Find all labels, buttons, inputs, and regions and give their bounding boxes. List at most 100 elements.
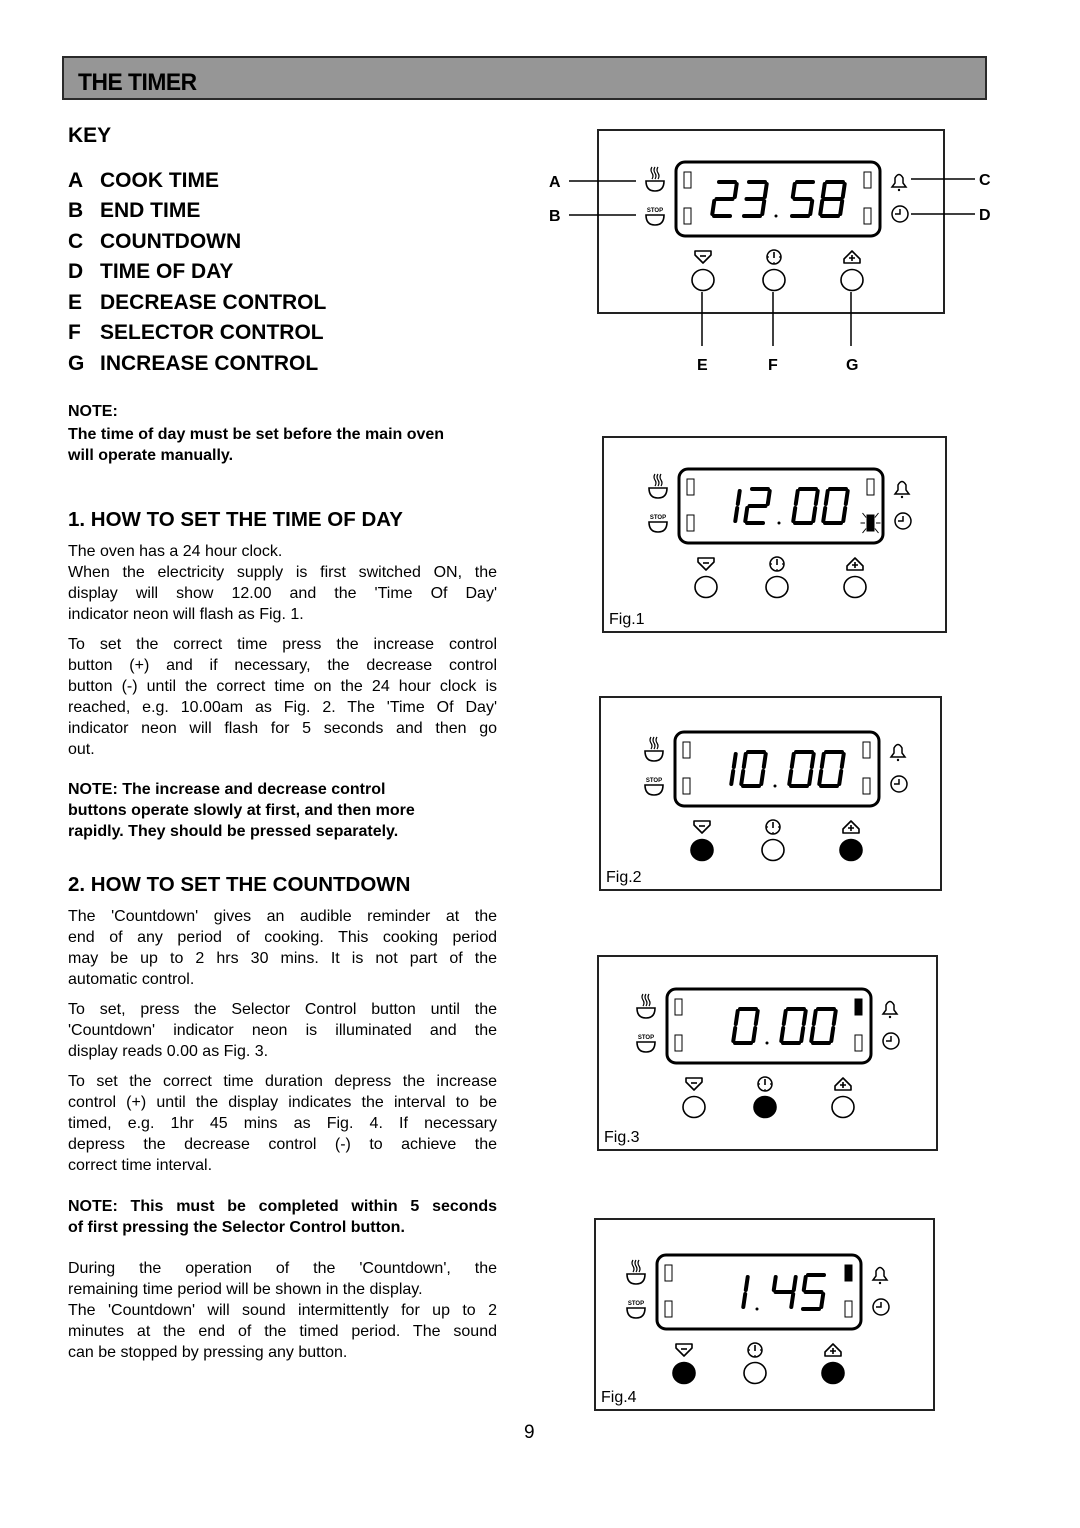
clock-hands: [898, 516, 904, 522]
lcd-display: [655, 1253, 863, 1331]
callout-label-f: F: [768, 357, 778, 374]
steaming-pot-icon: [626, 1273, 646, 1285]
segment-c: [733, 506, 740, 523]
minus-triangle-icon: [675, 1343, 693, 1357]
indicator-cook-time: [674, 998, 683, 1016]
callout-label-c: C: [979, 172, 991, 189]
segment-e: [743, 506, 750, 523]
selector-button[interactable]: [743, 1361, 767, 1385]
segment-e: [710, 199, 717, 216]
lcd-display: [677, 467, 885, 545]
plus-sign: [849, 255, 855, 261]
segment-f: [771, 1275, 778, 1292]
segment-f: [789, 752, 796, 769]
segment-f: [820, 182, 827, 199]
indicator-time-of-day: [862, 777, 871, 795]
increase-button[interactable]: [821, 1361, 845, 1385]
segment-c: [838, 199, 845, 216]
segment-e: [739, 769, 746, 786]
segment-b: [801, 1009, 808, 1026]
steam-line: [641, 993, 645, 1007]
selector-button[interactable]: [765, 575, 789, 599]
segment-b: [840, 182, 847, 199]
callout-label-d: D: [979, 207, 991, 224]
segment-b: [831, 1009, 838, 1026]
steam-line: [634, 1259, 638, 1273]
segment-b: [765, 489, 772, 506]
steam-line: [637, 1259, 641, 1273]
indicator-time-of-day: [863, 207, 872, 225]
increase-button[interactable]: [839, 838, 863, 862]
indicator-time-of-day: [866, 514, 875, 532]
steam-line: [659, 473, 663, 487]
bell-clapper: [896, 758, 900, 762]
figure-1: STOP Fig.1: [602, 436, 947, 633]
segment-b: [843, 489, 850, 506]
segment-b: [735, 489, 742, 506]
increase-button[interactable]: [840, 268, 864, 292]
segment-f: [793, 489, 800, 506]
segment-e: [791, 506, 798, 523]
segment-b: [761, 752, 768, 769]
segment-c: [751, 1026, 758, 1043]
segment-b: [743, 1275, 750, 1292]
decrease-button[interactable]: [694, 575, 718, 599]
callout-label-g: G: [846, 357, 858, 374]
figure-4: STOP Fig.4: [594, 1218, 935, 1411]
segment-e: [821, 506, 828, 523]
segment-b: [839, 752, 846, 769]
indicator-countdown: [844, 1264, 853, 1282]
decrease-button[interactable]: [672, 1361, 696, 1385]
bell-clapper: [900, 495, 904, 499]
plus-sign: [852, 562, 858, 568]
selector-button[interactable]: [761, 838, 785, 862]
minus-triangle-icon: [685, 1077, 703, 1091]
indicator-end-time: [682, 777, 691, 795]
selector-button[interactable]: [753, 1095, 777, 1119]
bell-icon: [889, 743, 907, 758]
clock-hands: [894, 779, 900, 785]
decrease-button[interactable]: [682, 1095, 706, 1119]
selector-button[interactable]: [762, 268, 786, 292]
segment-f: [811, 1009, 818, 1026]
bell-clapper: [878, 1281, 882, 1285]
stop-pot-icon: [648, 521, 668, 533]
decimal-point: [755, 1307, 759, 1311]
increase-button[interactable]: [831, 1095, 855, 1119]
indicator-end-time: [674, 1034, 683, 1052]
segment-b: [753, 1009, 760, 1026]
steam-line: [655, 736, 659, 750]
segment-f: [819, 752, 826, 769]
minus-triangle-icon: [693, 820, 711, 834]
segment-e: [779, 1026, 786, 1043]
decrease-button[interactable]: [691, 268, 715, 292]
stop-label: STOP: [646, 778, 662, 784]
segment-f: [733, 1009, 740, 1026]
segment-c: [811, 506, 818, 523]
indicator-countdown: [862, 741, 871, 759]
decrease-button[interactable]: [690, 838, 714, 862]
segment-c: [729, 769, 736, 786]
bell-clapper: [897, 188, 901, 192]
lcd-display: [665, 987, 873, 1065]
bell-icon: [890, 173, 908, 188]
callout-label-a: A: [549, 174, 561, 191]
increase-button[interactable]: [843, 575, 867, 599]
segment-b: [791, 1275, 798, 1292]
key-diagram: STOP AB C D E F G: [549, 129, 991, 374]
indicator-end-time: [683, 207, 692, 225]
figure-caption: Fig.4: [601, 1389, 637, 1406]
bell-icon: [893, 480, 911, 495]
steaming-pot-icon: [645, 180, 665, 192]
segment-b: [732, 182, 739, 199]
segment-f: [801, 1275, 808, 1292]
indicator-cook-time: [686, 478, 695, 496]
stop-pot-icon: [644, 784, 664, 796]
figure-caption: Fig.3: [604, 1129, 640, 1146]
figure-3: STOP Fig.3: [597, 955, 938, 1151]
segment-f: [823, 489, 830, 506]
segment-b: [731, 752, 738, 769]
segment-e: [787, 769, 794, 786]
plus-sign: [848, 825, 854, 831]
steam-line: [656, 166, 660, 180]
